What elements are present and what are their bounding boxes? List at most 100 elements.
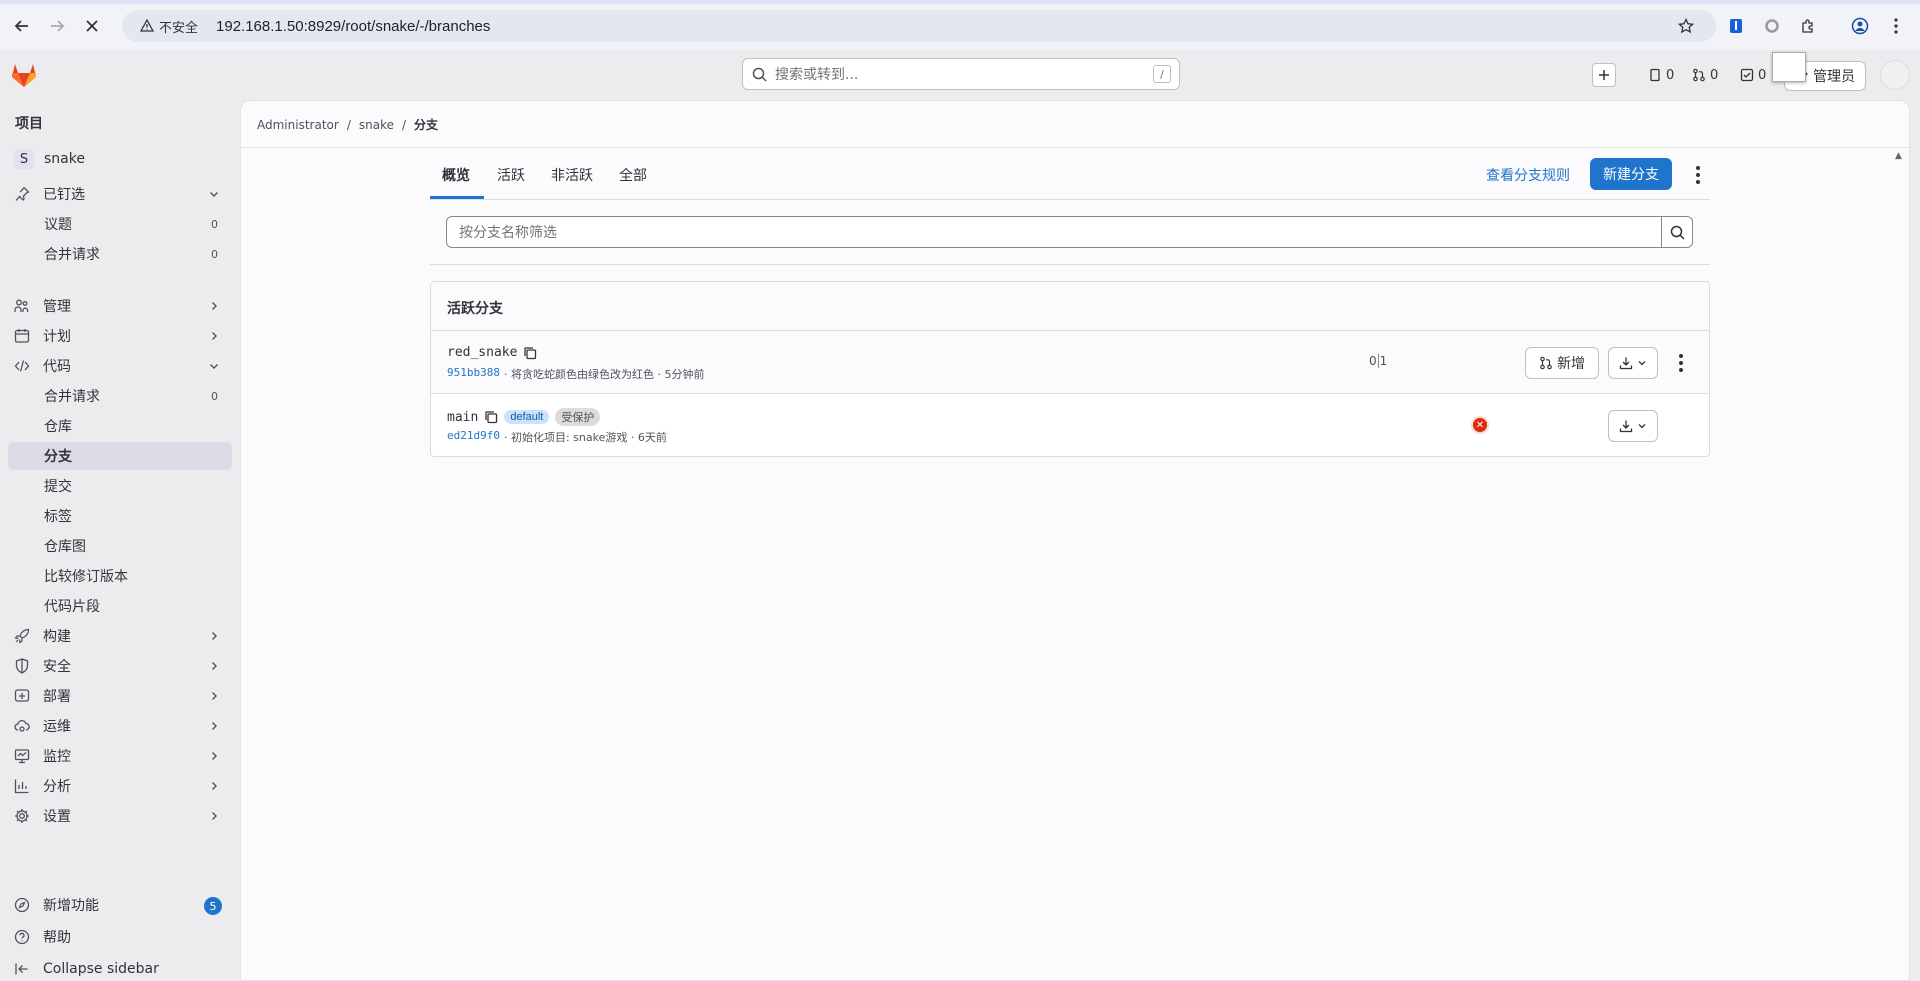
- more-actions-kebab-icon[interactable]: [1690, 163, 1706, 187]
- pinned-label: 已钉选: [43, 187, 85, 203]
- sidebar-item-compare-revisions[interactable]: 比较修订版本: [8, 562, 232, 590]
- sidebar-item-repository-graph[interactable]: 仓库图: [8, 532, 232, 560]
- help-button[interactable]: 帮助: [8, 923, 232, 951]
- chevron-down-icon: [1637, 421, 1647, 431]
- commit-meta: ed21d9f0 · 初始化项目: snake游戏 · 6天前: [447, 429, 667, 445]
- sidebar-item-settings[interactable]: 设置: [8, 802, 232, 830]
- scroll-up-arrow-icon[interactable]: ▲: [1895, 151, 1907, 163]
- gitlab-logo-icon[interactable]: [10, 62, 38, 88]
- copy-icon[interactable]: [484, 410, 498, 424]
- sidebar-item-manage[interactable]: 管理: [8, 292, 232, 320]
- sidebar-item-analyze[interactable]: 分析: [8, 772, 232, 800]
- issues-icon: [1648, 68, 1662, 82]
- sidebar-project-link[interactable]: S snake: [8, 145, 232, 173]
- sidebar-item-count: 0: [211, 217, 218, 231]
- sidebar-item-repository[interactable]: 仓库: [8, 412, 232, 440]
- whats-new-label: 新增功能: [43, 898, 99, 914]
- sidebar-item-label: 代码片段: [44, 599, 100, 615]
- chevron-right-icon: [208, 690, 220, 702]
- sidebar-item-count: 0: [211, 389, 218, 403]
- download-dropdown-button[interactable]: [1608, 410, 1658, 442]
- copy-icon[interactable]: [523, 346, 537, 360]
- chevron-right-icon: [208, 630, 220, 642]
- security-chip[interactable]: 不安全: [132, 14, 206, 38]
- tab-overview[interactable]: 概览: [442, 165, 470, 185]
- app-header: 搜索或转到... / 0 0 0 管理员: [0, 50, 1920, 100]
- forward-icon[interactable]: [45, 14, 69, 38]
- breadcrumb-current[interactable]: 分支: [414, 116, 438, 133]
- view-branch-rules-link[interactable]: 查看分支规则: [1486, 165, 1570, 185]
- compass-icon: [14, 897, 30, 913]
- sidebar-item-label: 计划: [43, 329, 71, 345]
- bookmark-star-icon[interactable]: [1675, 15, 1697, 37]
- merge-requests-button[interactable]: 0: [1692, 62, 1718, 88]
- todo-count: 0: [1758, 67, 1767, 83]
- download-dropdown-button[interactable]: [1608, 347, 1658, 379]
- stop-loading-icon[interactable]: [80, 14, 104, 38]
- active-branches-panel: 活跃分支 red_snake 951bb388 · 将贪吃蛇颜色由绿色改为红色 …: [430, 281, 1710, 457]
- profile-icon[interactable]: [1849, 15, 1871, 37]
- tab-all[interactable]: 全部: [619, 165, 647, 185]
- breadcrumb-item[interactable]: snake: [359, 118, 394, 132]
- sidebar-item-pinned[interactable]: 已钉选: [8, 180, 232, 208]
- create-new-button[interactable]: [1592, 63, 1616, 87]
- sidebar-item-merge-requests[interactable]: 合并请求 0: [8, 382, 232, 410]
- filter-search-button[interactable]: [1661, 216, 1693, 248]
- merge-request-icon: [1692, 68, 1706, 82]
- chevron-right-icon: [208, 810, 220, 822]
- user-avatar[interactable]: [1880, 60, 1910, 90]
- branch-name-link[interactable]: red_snake: [447, 345, 517, 360]
- code-icon: [14, 358, 30, 374]
- commit-sha-link[interactable]: 951bb388: [447, 366, 500, 382]
- tab-stale[interactable]: 非活跃: [551, 165, 593, 185]
- breadcrumb-item[interactable]: Administrator: [257, 118, 339, 132]
- back-icon[interactable]: [10, 14, 34, 38]
- sidebar-item-deploy[interactable]: 部署: [8, 682, 232, 710]
- new-merge-request-button[interactable]: 新增: [1525, 347, 1599, 379]
- address-bar[interactable]: 不安全 192.168.1.50:8929/root/snake/-/branc…: [122, 10, 1716, 42]
- branch-actions-kebab-icon[interactable]: [1673, 351, 1689, 375]
- behind-count: 0: [1369, 354, 1377, 368]
- question-icon: [14, 929, 30, 945]
- extension-circle-icon[interactable]: [1761, 15, 1783, 37]
- protected-badge: 受保护: [555, 408, 601, 426]
- monitor-icon: [14, 748, 30, 764]
- sidebar-item-branches[interactable]: 分支: [8, 442, 232, 470]
- sidebar-item-secure[interactable]: 安全: [8, 652, 232, 680]
- sidebar-item-commits[interactable]: 提交: [8, 472, 232, 500]
- pin-icon: [14, 186, 30, 202]
- sidebar-item-label: 部署: [43, 689, 71, 705]
- sidebar-item-code[interactable]: 代码: [8, 352, 232, 380]
- chevron-right-icon: [208, 660, 220, 672]
- password-manager-icon[interactable]: [1725, 15, 1747, 37]
- assigned-issues-button[interactable]: 0: [1648, 62, 1674, 88]
- browser-chrome: 不安全 192.168.1.50:8929/root/snake/-/branc…: [0, 0, 1920, 50]
- sidebar-item-label: 分支: [44, 449, 72, 465]
- url-text: 192.168.1.50:8929/root/snake/-/branches: [216, 17, 491, 35]
- search-icon: [1670, 225, 1685, 240]
- extensions-puzzle-icon[interactable]: [1797, 15, 1819, 37]
- browser-menu-icon[interactable]: [1885, 15, 1907, 37]
- sidebar-item-count: 0: [211, 247, 218, 261]
- collapse-sidebar-button[interactable]: Collapse sidebar: [8, 955, 232, 981]
- commit-sha-link[interactable]: ed21d9f0: [447, 429, 500, 445]
- sidebar-item-label: 合并请求: [44, 389, 100, 405]
- branch-name-link[interactable]: main: [447, 410, 478, 425]
- sidebar-item-build[interactable]: 构建: [8, 622, 232, 650]
- sidebar-item-monitor[interactable]: 监控: [8, 742, 232, 770]
- sidebar-item-issues[interactable]: 议题 0: [8, 210, 232, 238]
- whats-new-button[interactable]: 新增功能 5: [8, 891, 232, 919]
- branch-filter-input[interactable]: 按分支名称筛选: [446, 216, 1662, 248]
- pipeline-failed-status-icon[interactable]: ✕: [1471, 416, 1489, 434]
- download-icon: [1619, 419, 1633, 433]
- tab-active[interactable]: 活跃: [497, 165, 525, 185]
- todos-button[interactable]: 0: [1740, 62, 1766, 88]
- sidebar-item-snippets[interactable]: 代码片段: [8, 592, 232, 620]
- sidebar-item-operate[interactable]: 运维: [8, 712, 232, 740]
- global-search-input[interactable]: 搜索或转到... /: [742, 58, 1180, 90]
- sidebar-item-tags[interactable]: 标签: [8, 502, 232, 530]
- sidebar-item-pinned-merge-requests[interactable]: 合并请求 0: [8, 240, 232, 268]
- new-branch-button[interactable]: 新建分支: [1590, 158, 1672, 190]
- sidebar-item-plan[interactable]: 计划: [8, 322, 232, 350]
- todo-icon: [1740, 68, 1754, 82]
